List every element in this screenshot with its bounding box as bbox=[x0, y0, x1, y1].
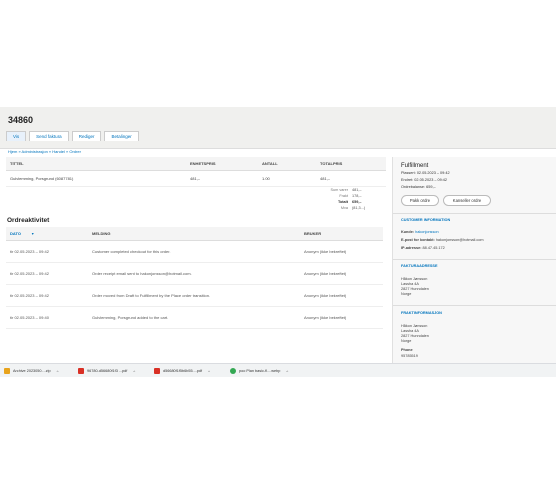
col-title: TITTEL bbox=[6, 157, 186, 171]
ip-line: IP-adresse: 88.47.45.172 bbox=[401, 246, 445, 250]
download-filename: d56680f1f5b6b55....pdf bbox=[163, 369, 203, 373]
col-date-label: DATO bbox=[10, 231, 21, 236]
order-state-title: Fulfillment bbox=[401, 163, 429, 169]
tab-edit[interactable]: Rediger bbox=[71, 131, 102, 141]
order-items-table: TITTEL ENHETSPRIS ANTALL TOTALPRIS Gulvl… bbox=[6, 157, 386, 187]
ip-value: 88.47.45.172 bbox=[422, 246, 445, 250]
table-row: tir 02.05.2023 – 09:42 Order receipt ema… bbox=[6, 262, 383, 285]
vat-label: Mva bbox=[340, 206, 348, 210]
phone-label: Phone bbox=[401, 348, 413, 352]
changed-date: Endret: 02.05.2023 – 09:42 bbox=[401, 178, 448, 182]
activity-date: tir 02.05.2023 – 09:40 bbox=[6, 306, 88, 329]
table-row: Gulvlemming, Porsgrund (6087781) 481,– 1… bbox=[6, 170, 386, 187]
shipping-line: 2827 Hunndalen bbox=[401, 334, 429, 338]
table-header-row: DATO ▼ MELDING BRUKER bbox=[6, 227, 383, 241]
col-qty: ANTALL bbox=[258, 157, 316, 171]
col-user: BRUKER bbox=[300, 227, 383, 241]
activity-message: Order receipt email sent to hakonjonsson… bbox=[88, 262, 300, 285]
table-header-row: TITTEL ENHETSPRIS ANTALL TOTALPRIS bbox=[6, 157, 386, 171]
email-line: E-post for kontakt: hakonjonsson@hotmail… bbox=[401, 238, 484, 242]
col-unit-price: ENHETSPRIS bbox=[186, 157, 258, 171]
download-filename: 96780-d56680f1f3 ...pdf bbox=[87, 369, 128, 373]
chevron-up-icon[interactable]: ^ bbox=[57, 369, 59, 374]
col-message: MELDING bbox=[88, 227, 300, 241]
zip-icon bbox=[4, 368, 10, 374]
tab-view[interactable]: Vis bbox=[6, 131, 27, 141]
chevron-up-icon[interactable]: ^ bbox=[286, 369, 288, 374]
order-balance: Ordrebalanse: 659,– bbox=[401, 185, 436, 189]
download-filename: poo Plan basic-fl....webp bbox=[239, 369, 281, 373]
cancel-order-button[interactable]: Kanseller ordre bbox=[443, 195, 491, 206]
activity-message: Order moved from Draft to Fulfillment by… bbox=[88, 284, 300, 307]
activity-date: tir 02.05.2023 – 09:42 bbox=[6, 262, 88, 285]
table-row: tir 02.05.2023 – 09:40 Gulvlemming, Pors… bbox=[6, 306, 383, 329]
order-sidebar: Fulfillment Plassert: 02.05.2023 – 09:42… bbox=[392, 157, 556, 363]
download-bar: Archive 2023050....zip ^ 96780-d56680f1f… bbox=[0, 363, 556, 377]
divider bbox=[393, 259, 556, 260]
ip-label: IP-adresse: bbox=[401, 246, 422, 250]
item-total: 481,– bbox=[316, 170, 386, 187]
activity-date: tir 02.05.2023 – 09:42 bbox=[6, 240, 88, 263]
col-date[interactable]: DATO ▼ bbox=[6, 227, 88, 241]
chrome-icon bbox=[230, 368, 236, 374]
customer-line: Kunde: hakonjonsson bbox=[401, 230, 439, 234]
phone-value: 95785519 bbox=[401, 354, 418, 358]
item-unit-price: 481,– bbox=[186, 170, 258, 187]
divider bbox=[393, 213, 556, 214]
divider bbox=[393, 305, 556, 306]
email-label: E-post for kontakt: bbox=[401, 238, 435, 242]
download-item[interactable]: 96780-d56680f1f3 ...pdf ^ bbox=[78, 366, 135, 376]
activity-user: Anonym (ikke bekreftet) bbox=[300, 284, 383, 307]
activity-user: Anonym (ikke bekreftet) bbox=[300, 262, 383, 285]
activity-user: Anonym (ikke bekreftet) bbox=[300, 240, 383, 263]
customer-info-title: CUSTOMER INFORMATION bbox=[401, 218, 451, 222]
sort-desc-icon: ▼ bbox=[30, 232, 35, 236]
admin-content: 34860 Vis Send faktura Rediger Betalinge… bbox=[0, 107, 556, 363]
download-filename: Archive 2023050....zip bbox=[13, 369, 51, 373]
page-header: 34860 Vis Send faktura Rediger Betalinge… bbox=[0, 107, 556, 149]
billing-line: Norge bbox=[401, 292, 412, 296]
billing-line: Lassha 4A bbox=[401, 282, 419, 286]
item-title: Gulvlemming, Porsgrund (6087781) bbox=[6, 170, 186, 187]
tab-send-invoice[interactable]: Send faktura bbox=[29, 131, 69, 141]
download-item[interactable]: Archive 2023050....zip ^ bbox=[4, 366, 58, 376]
activity-message: Customer completed checkout for this ord… bbox=[88, 240, 300, 263]
download-item[interactable]: d56680f1f5b6b55....pdf ^ bbox=[154, 366, 210, 376]
activity-user: Anonym (ikke bekreftet) bbox=[300, 306, 383, 329]
shipping-line: Lassha 4A bbox=[401, 329, 419, 333]
billing-line: Håkon Jønsson bbox=[401, 277, 428, 281]
customer-link[interactable]: hakonjonsson bbox=[415, 230, 438, 234]
col-total: TOTALPRIS bbox=[316, 157, 386, 171]
breadcrumb[interactable]: Hjem » Administrasjon » Handel » Ordrer bbox=[8, 149, 81, 154]
table-row: tir 02.05.2023 – 09:42 Order moved from … bbox=[6, 284, 383, 307]
shipping-info-title: FRAKTINFORMASJON bbox=[401, 311, 442, 315]
customer-label: Kunde: bbox=[401, 230, 415, 234]
local-tasks-tabs: Vis Send faktura Rediger Betalinger bbox=[6, 131, 139, 141]
activity-date: tir 02.05.2023 – 09:42 bbox=[6, 284, 88, 307]
pack-order-button[interactable]: Pakk ordre bbox=[401, 195, 439, 206]
placed-date: Plassert: 02.05.2023 – 09:42 bbox=[401, 171, 450, 175]
item-qty: 1.00 bbox=[258, 170, 316, 187]
billing-line: 2827 Hunndalen bbox=[401, 287, 429, 291]
shipping-line: Håkon Jønsson bbox=[401, 324, 428, 328]
activity-heading: Ordreaktivitet bbox=[7, 217, 50, 224]
tab-payments[interactable]: Betalinger bbox=[104, 131, 139, 141]
chevron-up-icon[interactable]: ^ bbox=[133, 369, 135, 374]
table-row: tir 02.05.2023 – 09:42 Customer complete… bbox=[6, 240, 383, 263]
billing-address-title: FAKTURAADRESSE bbox=[401, 264, 438, 268]
download-item[interactable]: poo Plan basic-fl....webp ^ bbox=[230, 366, 288, 376]
screen: 34860 Vis Send faktura Rediger Betalinge… bbox=[0, 0, 556, 480]
vat-value: (81,3...) bbox=[352, 206, 366, 210]
pdf-icon bbox=[78, 368, 84, 374]
shipping-line: Norge bbox=[401, 339, 412, 343]
email-value: hakonjonsson@hotmail.com bbox=[435, 238, 484, 242]
activity-message: Gulvlemming, Porsgrund added to the cart… bbox=[88, 306, 300, 329]
vat-row: Mva (81,3...) bbox=[300, 205, 382, 211]
order-totals: Sum varer 481,– Frakt 178,– Totalt 659,–… bbox=[300, 187, 382, 211]
chevron-up-icon[interactable]: ^ bbox=[208, 369, 210, 374]
page-title: 34860 bbox=[8, 115, 34, 125]
pdf-icon bbox=[154, 368, 160, 374]
activity-table: DATO ▼ MELDING BRUKER tir 02.05.2023 – 09… bbox=[6, 227, 383, 329]
